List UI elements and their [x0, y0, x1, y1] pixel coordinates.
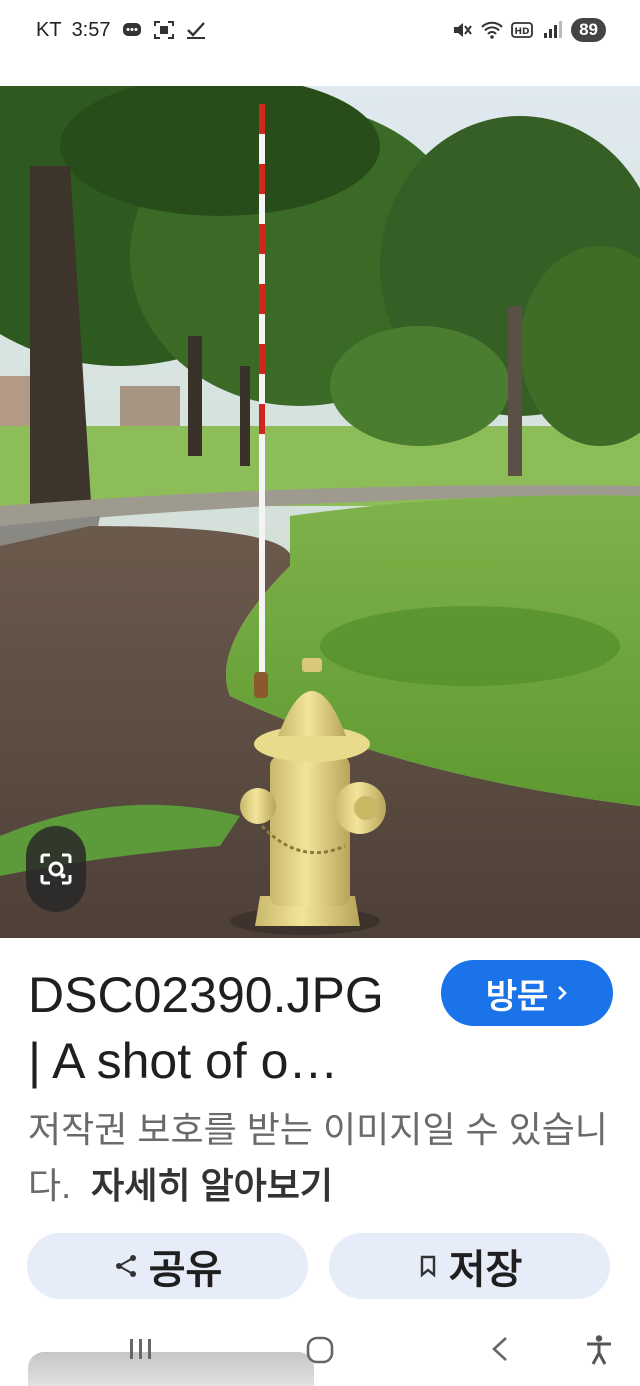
- title-line-2: | A shot of o…: [28, 1033, 339, 1089]
- share-icon: [115, 1255, 136, 1277]
- learn-more-link[interactable]: 자세히 알아보기: [91, 1165, 333, 1206]
- copyright-notice: 저작권 보호를 받는 이미지일 수 있습니다. 자세히 알아보기: [28, 1102, 618, 1214]
- status-carrier: KT: [36, 18, 62, 41]
- lens-button[interactable]: [26, 826, 86, 912]
- hd-icon: HD: [511, 22, 533, 38]
- save-label: 저장: [448, 1248, 523, 1292]
- status-right: HD 89: [451, 16, 606, 44]
- lens-icon: [40, 853, 72, 885]
- screenshot-icon: [153, 21, 174, 39]
- chevron-right-icon: [558, 986, 568, 1000]
- recent-apps-icon[interactable]: [126, 1334, 156, 1364]
- message-icon: [122, 23, 141, 36]
- hydrant-photo: [0, 86, 640, 938]
- title-line-1: DSC02390.JPG: [28, 967, 384, 1023]
- svg-text:HD: HD: [515, 27, 530, 37]
- signal-icon: [544, 21, 563, 38]
- result-title[interactable]: DSC02390.JPG | A shot of o…: [28, 962, 428, 1094]
- share-button[interactable]: 공유: [27, 1233, 308, 1299]
- visit-button[interactable]: 방문: [441, 960, 613, 1026]
- mute-icon: [454, 23, 472, 37]
- share-label: 공유: [148, 1248, 223, 1292]
- check-icon: [186, 22, 205, 39]
- visit-label: 방문: [485, 977, 549, 1016]
- status-left: KT 3:57: [36, 16, 207, 44]
- status-time: 3:57: [71, 18, 111, 41]
- accessibility-icon[interactable]: [584, 1334, 614, 1366]
- next-result-thumbnail[interactable]: [28, 1352, 314, 1386]
- home-icon[interactable]: [304, 1334, 336, 1366]
- save-button[interactable]: 저장: [329, 1233, 610, 1299]
- wifi-icon: [481, 21, 503, 39]
- bookmark-icon: [420, 1255, 435, 1278]
- battery-indicator: 89: [571, 18, 606, 42]
- result-image[interactable]: [0, 86, 640, 938]
- status-bar: KT 3:57 HD 89: [0, 0, 640, 86]
- back-icon[interactable]: [486, 1334, 516, 1364]
